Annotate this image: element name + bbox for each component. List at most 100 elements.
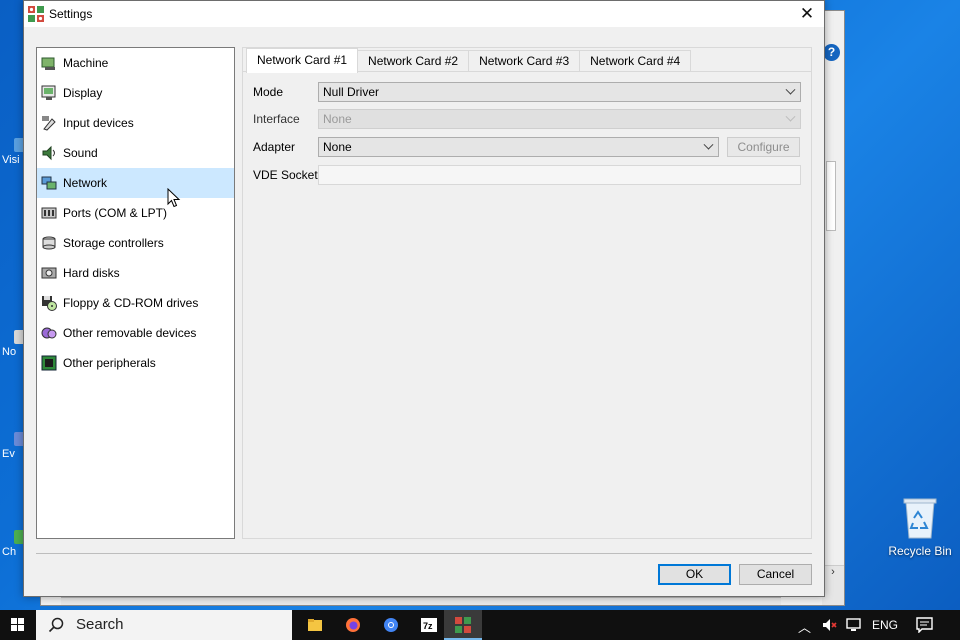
chevron-down-icon	[703, 139, 714, 150]
adapter-select[interactable]: None	[318, 137, 719, 157]
settings-dialog: Settings ✕ Machine Display Input devices	[23, 0, 825, 597]
taskbar-firefox[interactable]	[334, 610, 372, 640]
system-tray: ︿ ENG	[790, 610, 960, 640]
close-button[interactable]: ✕	[790, 1, 824, 27]
vde-socket-row: VDE Socket	[253, 165, 803, 185]
sidebar-item-other-removable[interactable]: Other removable devices	[37, 318, 234, 348]
recycle-bin-icon	[902, 496, 938, 540]
adapter-row: Adapter None Configure	[253, 137, 803, 157]
taskbar-file-explorer[interactable]	[296, 610, 334, 640]
sidebar-item-hard-disks[interactable]: Hard disks	[37, 258, 234, 288]
sidebar-item-label: Sound	[63, 146, 98, 160]
windows-logo-icon	[11, 618, 24, 631]
taskbar-search[interactable]: Search	[36, 610, 292, 640]
sidebar-item-floppy-cdrom[interactable]: Floppy & CD-ROM drives	[37, 288, 234, 318]
mode-label: Mode	[253, 85, 284, 99]
sidebar-item-label: Other removable devices	[63, 326, 197, 340]
ports-icon	[41, 205, 57, 221]
firefox-icon	[346, 618, 360, 632]
sidebar-item-machine[interactable]: Machine	[37, 48, 234, 78]
display-icon	[41, 85, 57, 101]
tab-network-card-4[interactable]: Network Card #4	[579, 50, 692, 72]
taskbar-7zip[interactable]: 7z	[410, 610, 448, 640]
chevron-down-icon	[785, 111, 796, 122]
footer-divider	[36, 553, 812, 554]
hard-disk-icon	[41, 265, 57, 281]
tab-network-card-1[interactable]: Network Card #1	[246, 48, 359, 73]
taskbar-86box[interactable]	[444, 610, 482, 640]
sidebar-item-network[interactable]: Network	[37, 168, 234, 198]
close-icon: ✕	[799, 4, 815, 23]
network-card-tabs: Network Card #1 Network Card #2 Network …	[246, 48, 692, 73]
mode-value: Null Driver	[323, 85, 380, 99]
network-settings-panel: Network Card #1 Network Card #2 Network …	[242, 47, 812, 539]
network-icon	[41, 175, 57, 191]
recycle-bin-label: Recycle Bin	[888, 544, 952, 558]
interface-label: Interface	[253, 112, 300, 126]
desktop-icon-label: Visi	[2, 154, 20, 166]
sidebar-item-label: Display	[63, 86, 103, 100]
background-panel	[826, 161, 836, 231]
recycle-bin[interactable]: Recycle Bin	[884, 496, 956, 558]
start-button[interactable]	[0, 610, 36, 640]
sidebar-item-display[interactable]: Display	[37, 78, 234, 108]
settings-category-list[interactable]: Machine Display Input devices Sound Netw…	[36, 47, 235, 539]
ok-button[interactable]: OK	[658, 564, 731, 585]
vde-socket-input[interactable]	[318, 165, 801, 185]
desktop-icon-label: No	[2, 346, 17, 358]
removable-icon	[41, 325, 57, 341]
search-icon	[48, 617, 64, 633]
taskbar-chrome[interactable]	[372, 610, 410, 640]
search-placeholder: Search	[76, 616, 124, 633]
network-status-icon[interactable]	[846, 617, 864, 636]
sidebar-item-label: Ports (COM & LPT)	[63, 206, 168, 220]
storage-icon	[41, 235, 57, 251]
taskbar: Search 7z ︿ ENG	[0, 610, 960, 640]
interface-row: Interface None	[253, 109, 803, 129]
sidebar-item-label: Input devices	[63, 116, 134, 130]
desktop-icon-label: Ev	[2, 448, 15, 460]
mode-select[interactable]: Null Driver	[318, 82, 801, 102]
interface-select[interactable]: None	[318, 109, 801, 129]
input-devices-icon	[41, 115, 57, 131]
sidebar-item-label: Network	[63, 176, 108, 190]
sidebar-item-input-devices[interactable]: Input devices	[37, 108, 234, 138]
machine-icon	[41, 55, 57, 71]
svg-text:7z: 7z	[423, 621, 433, 631]
86box-icon	[455, 617, 471, 633]
vde-socket-label: VDE Socket	[253, 168, 318, 182]
dialog-title: Settings	[49, 7, 93, 21]
chevron-down-icon	[785, 84, 796, 95]
sidebar-item-label: Machine	[63, 56, 109, 70]
title-bar[interactable]: Settings ✕	[24, 1, 824, 27]
tab-network-card-2[interactable]: Network Card #2	[357, 50, 470, 72]
86box-app-icon	[28, 6, 44, 22]
sidebar-item-label: Other peripherals	[63, 356, 156, 370]
file-explorer-icon	[308, 619, 322, 631]
chrome-icon	[384, 618, 398, 632]
help-icon[interactable]: ?	[823, 44, 840, 61]
sidebar-item-storage-controllers[interactable]: Storage controllers	[37, 228, 234, 258]
peripherals-icon	[41, 355, 57, 371]
background-scrollbar[interactable]: ›	[822, 565, 844, 605]
tab-network-card-3[interactable]: Network Card #3	[468, 50, 581, 72]
sound-icon	[41, 145, 57, 161]
sidebar-item-label: Hard disks	[63, 266, 120, 280]
language-indicator[interactable]: ENG	[872, 618, 898, 632]
volume-muted-icon[interactable]	[822, 617, 838, 636]
sidebar-item-label: Storage controllers	[63, 236, 164, 250]
notifications-icon[interactable]	[916, 617, 934, 636]
configure-button[interactable]: Configure	[727, 137, 800, 157]
sidebar-item-label: Floppy & CD-ROM drives	[63, 296, 199, 310]
sidebar-item-other-peripherals[interactable]: Other peripherals	[37, 348, 234, 378]
sidebar-item-ports[interactable]: Ports (COM & LPT)	[37, 198, 234, 228]
show-hidden-icons-chevron-icon[interactable]: ︿	[798, 617, 811, 636]
desktop-icon-label: Ch	[2, 546, 17, 558]
floppy-cdrom-icon	[41, 295, 57, 311]
cancel-button[interactable]: Cancel	[739, 564, 812, 585]
adapter-label: Adapter	[253, 140, 296, 154]
mode-row: Mode Null Driver	[253, 82, 803, 102]
7zip-icon: 7z	[421, 618, 437, 632]
interface-value: None	[323, 112, 352, 126]
sidebar-item-sound[interactable]: Sound	[37, 138, 234, 168]
